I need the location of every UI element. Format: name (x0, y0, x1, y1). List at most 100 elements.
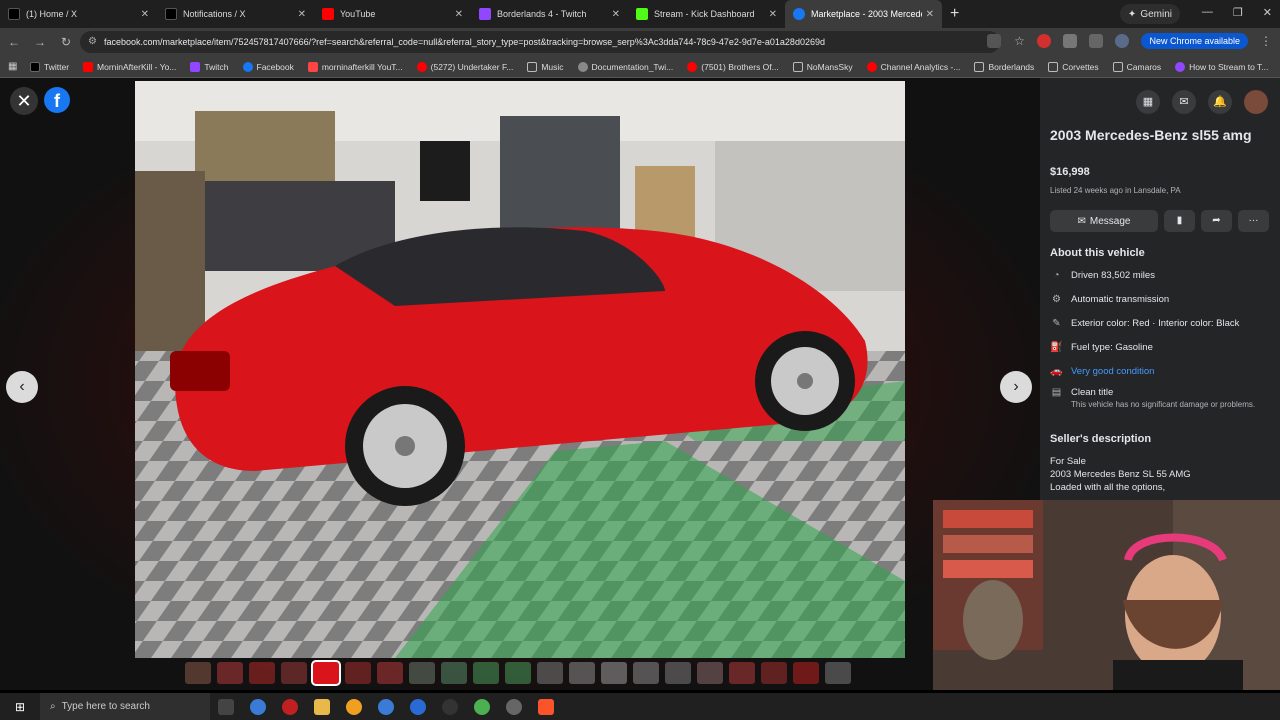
bookmark-favicon-icon (866, 61, 877, 72)
photo-thumbnail[interactable] (409, 662, 435, 684)
close-tab-icon[interactable]: ✕ (298, 9, 306, 20)
share-button[interactable]: ➦ (1201, 210, 1232, 232)
close-tab-icon[interactable]: ✕ (612, 9, 620, 20)
photo-thumbnail[interactable] (311, 660, 341, 686)
condition-link[interactable]: Very good condition (1071, 366, 1154, 377)
taskbar: ⊞ ⌕ Type here to search (0, 693, 1280, 720)
tab-youtube[interactable]: YouTube ✕ (314, 0, 471, 28)
menu-grid-icon[interactable]: ▦ (1136, 90, 1160, 114)
twitch-icon (479, 8, 491, 20)
brave-icon[interactable] (538, 698, 554, 715)
save-button[interactable]: ▮ (1164, 210, 1195, 232)
new-tab-button[interactable]: + (950, 5, 959, 23)
notifications-icon[interactable]: 🔔 (1208, 90, 1232, 114)
bookmark-item[interactable]: morninafterkill YouT... (307, 61, 403, 72)
bookmark-item[interactable]: (5272) Undertaker F... (416, 61, 513, 72)
profile-icon[interactable] (1115, 34, 1130, 48)
photo-thumbnail[interactable] (825, 662, 851, 684)
photo-thumbnail[interactable] (569, 662, 595, 684)
photo-thumbnail[interactable] (505, 662, 531, 684)
bookmark-folder[interactable]: Camaros (1112, 61, 1161, 72)
app-icon[interactable] (378, 698, 394, 715)
bookmark-item[interactable]: Twitter (30, 61, 69, 72)
photo-thumbnail[interactable] (185, 662, 211, 684)
extensions-puzzle-icon[interactable] (1063, 34, 1078, 48)
webcam-feed (933, 500, 1280, 690)
close-window-icon[interactable]: ✕ (1263, 6, 1272, 19)
photo-thumbnail[interactable] (761, 662, 787, 684)
task-view-icon[interactable] (218, 698, 234, 715)
install-icon[interactable] (987, 34, 1002, 48)
windows-start-icon[interactable]: ⊞ (0, 700, 40, 714)
bookmark-item[interactable]: Twitch (190, 61, 229, 72)
obs-icon[interactable] (442, 698, 458, 715)
menu-icon[interactable]: ⋮ (1260, 34, 1272, 48)
facebook-logo-icon[interactable]: f (44, 87, 70, 113)
close-tab-icon[interactable]: ✕ (926, 9, 934, 20)
forward-icon[interactable]: → (34, 35, 46, 49)
close-tab-icon[interactable]: ✕ (455, 9, 463, 20)
reload-icon[interactable]: ↻ (60, 35, 72, 49)
app-icon[interactable] (346, 698, 362, 715)
bookmark-folder[interactable]: Music (527, 61, 564, 72)
minimize-icon[interactable]: — (1202, 6, 1213, 19)
copilot-icon[interactable] (250, 698, 266, 715)
gauge-icon: ◔ (1053, 270, 1060, 281)
taskbar-search[interactable]: ⌕ Type here to search (40, 693, 210, 720)
close-tab-icon[interactable]: ✕ (769, 9, 777, 20)
back-icon[interactable]: ← (8, 35, 20, 49)
next-photo-button[interactable]: › (1000, 371, 1032, 403)
vehicle-attribute[interactable]: 🚗 Very good condition (1050, 366, 1275, 379)
photo-thumbnail[interactable] (729, 662, 755, 684)
tab-twitch[interactable]: Borderlands 4 - Twitch ✕ (471, 0, 628, 28)
bookmark-folder[interactable]: Corvettes (1048, 61, 1099, 72)
bookmark-folder[interactable]: NoMansSky (792, 61, 853, 72)
photo-thumbnail[interactable] (377, 662, 403, 684)
bookmark-item[interactable]: (7501) Brothers Of... (687, 61, 779, 72)
photo-thumbnail[interactable] (473, 662, 499, 684)
bookmark-item[interactable]: How to Stream to T... (1175, 61, 1268, 72)
photo-thumbnail[interactable] (697, 662, 723, 684)
photo-thumbnail[interactable] (249, 662, 275, 684)
tab-kick[interactable]: Stream - Kick Dashboard ✕ (628, 0, 785, 28)
apps-icon[interactable]: ▦ (8, 61, 20, 73)
extension-icon[interactable] (1037, 34, 1052, 48)
bookmark-folder[interactable]: Borderlands (974, 61, 1034, 72)
messenger-icon[interactable]: ✉ (1172, 90, 1196, 114)
url-bar[interactable]: ⚙ facebook.com/marketplace/item/752457817… (80, 31, 1000, 53)
new-chrome-button[interactable]: New Chrome available (1141, 33, 1248, 49)
bookmark-item[interactable]: MorninAfterKill - Yo... (83, 61, 176, 72)
gemini-button[interactable]: ✦ Gemini (1119, 4, 1180, 24)
photo-thumbnail[interactable] (633, 662, 659, 684)
file-explorer-icon[interactable] (314, 698, 330, 715)
app-icon[interactable] (282, 698, 298, 715)
more-options-button[interactable]: ··· (1238, 210, 1269, 232)
app-icon[interactable] (410, 698, 426, 715)
tab-x-home[interactable]: (1) Home / X ✕ (0, 0, 157, 28)
close-tab-icon[interactable]: ✕ (141, 9, 149, 20)
photo-thumbnail[interactable] (441, 662, 467, 684)
avatar[interactable] (1244, 90, 1268, 114)
bookmark-star-icon[interactable]: ☆ (1013, 34, 1025, 48)
tab-marketplace[interactable]: Marketplace - 2003 Mercedes- ✕ (785, 0, 942, 28)
photo-thumbnail[interactable] (537, 662, 563, 684)
previous-photo-button[interactable]: ‹ (6, 371, 38, 403)
photo-thumbnail[interactable] (281, 662, 307, 684)
bookmark-item[interactable]: Documentation_Twi... (577, 61, 673, 72)
photo-thumbnail[interactable] (793, 662, 819, 684)
restore-icon[interactable]: ❐ (1233, 6, 1243, 19)
bookmark-favicon-icon (190, 61, 201, 72)
bookmark-item[interactable]: Facebook (242, 61, 294, 72)
site-info-icon[interactable]: ⚙ (88, 31, 97, 53)
tab-x-notifications[interactable]: Notifications / X ✕ (157, 0, 314, 28)
bookmark-item[interactable]: Channel Analytics -... (866, 61, 960, 72)
message-button[interactable]: ✉ Message (1050, 210, 1158, 232)
photo-thumbnail[interactable] (217, 662, 243, 684)
photo-thumbnail[interactable] (601, 662, 627, 684)
photo-thumbnail[interactable] (665, 662, 691, 684)
close-viewer-button[interactable]: ✕ (10, 87, 38, 115)
settings-icon[interactable] (506, 698, 522, 715)
chrome-icon[interactable] (474, 698, 490, 715)
photo-thumbnail[interactable] (345, 662, 371, 684)
side-panel-icon[interactable] (1089, 34, 1104, 48)
